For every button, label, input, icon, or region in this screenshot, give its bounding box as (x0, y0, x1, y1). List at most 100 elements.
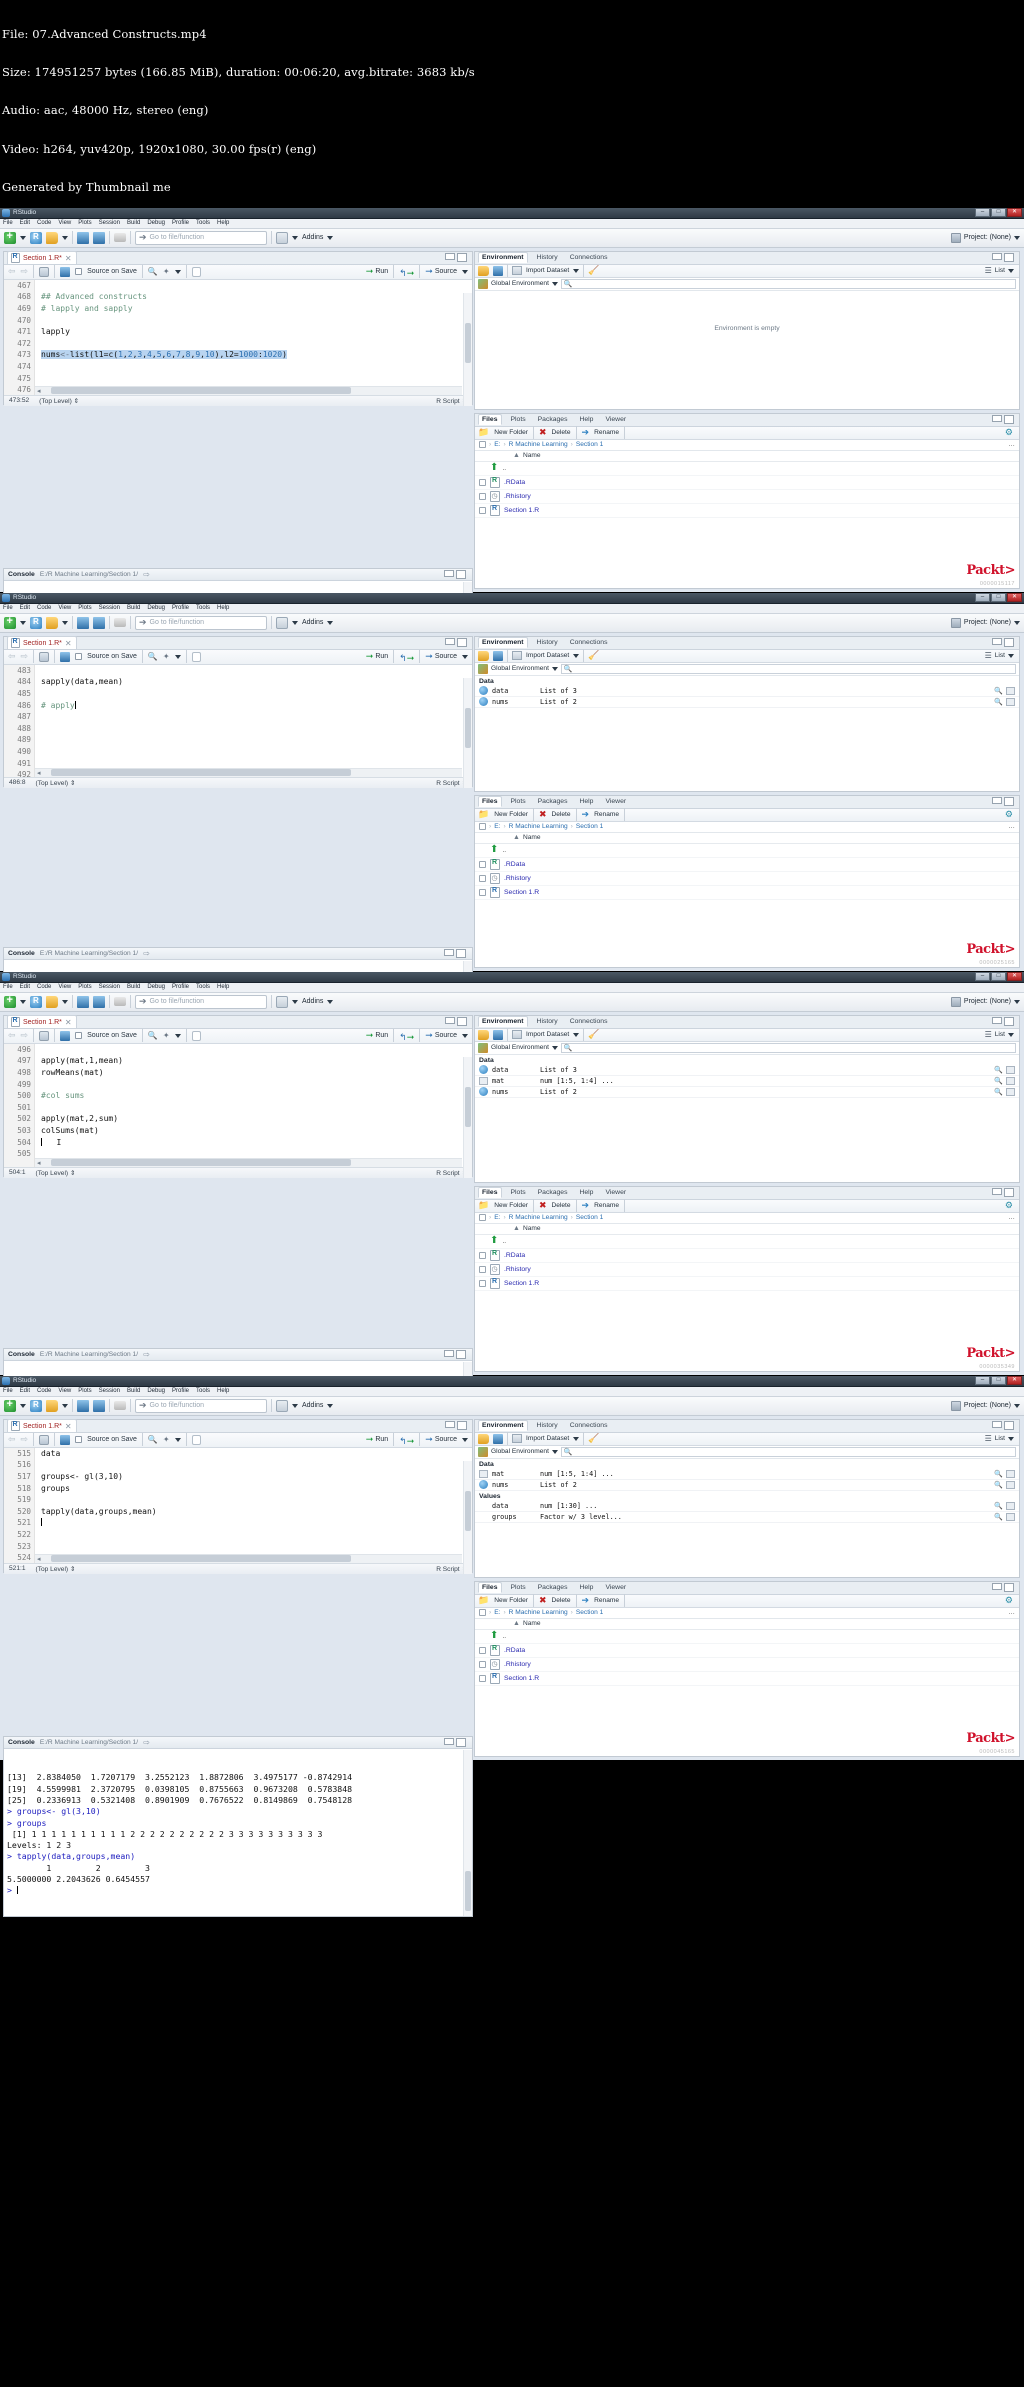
delete-button[interactable]: Delete (551, 811, 570, 818)
load-workspace-icon[interactable] (478, 650, 489, 661)
tab-environment[interactable]: Environment (478, 637, 528, 649)
find-icon[interactable]: 🔍 (148, 1435, 158, 1444)
goto-file-input[interactable]: ➔ Go to file/function (135, 1398, 267, 1413)
find-icon[interactable]: 🔍 (148, 267, 158, 276)
maximize-button[interactable]: □ (991, 972, 1006, 982)
code-editor[interactable]: 467 468 ## Advanced constructs 469 # lapply … (4, 279, 472, 406)
code-line[interactable]: 500 #col sums (4, 1090, 472, 1102)
inspect-icon[interactable]: 🔍 (994, 1481, 1003, 1489)
scrollbar-thumb[interactable] (50, 769, 351, 777)
addins-button[interactable]: Addins (302, 1402, 323, 1409)
menu-item-build[interactable]: Build (127, 984, 140, 990)
menu-item-debug[interactable]: Debug (147, 220, 165, 226)
select-all-checkbox[interactable] (479, 441, 486, 449)
console-tab-label[interactable]: Console (8, 1739, 35, 1746)
compile-report-icon[interactable] (191, 266, 201, 277)
project-dropdown-icon[interactable] (1014, 1403, 1020, 1408)
environment-search-input[interactable]: 🔍 (560, 1042, 1016, 1053)
rerun-button[interactable]: ↰➞ (399, 1431, 414, 1449)
minimize-pane-icon[interactable] (444, 569, 454, 577)
find-icon[interactable]: 🔍 (148, 1031, 158, 1040)
menu-item-file[interactable]: File (3, 605, 13, 611)
menu-item-plots[interactable]: Plots (78, 984, 91, 990)
file-row[interactable]: .RData (475, 1249, 1019, 1263)
maximize-pane-icon[interactable] (1004, 797, 1014, 807)
file-row[interactable]: Section 1.R (475, 1277, 1019, 1291)
code-line[interactable]: 504 I (4, 1137, 472, 1149)
list-dropdown-icon[interactable] (1008, 1032, 1014, 1037)
source-button[interactable]: ➞ Source (425, 266, 457, 277)
more-settings-icon[interactable]: ⚙ (1005, 1595, 1013, 1606)
close-icon[interactable]: ✕ (65, 1422, 72, 1431)
maximize-button[interactable]: □ (991, 208, 1006, 218)
tab-help[interactable]: Help (576, 415, 596, 424)
goto-file-input[interactable]: ➔ Go to file/function (135, 615, 267, 630)
select-all-checkbox[interactable] (479, 1609, 486, 1617)
console-tab-label[interactable]: Console (8, 571, 35, 578)
rename-button[interactable]: Rename (594, 1597, 619, 1604)
scrollbar-thumb[interactable] (465, 322, 471, 363)
file-checkbox[interactable] (479, 1660, 486, 1668)
code-line[interactable]: 499 (4, 1079, 472, 1091)
menu-item-tools[interactable]: Tools (196, 1388, 210, 1394)
delete-button[interactable]: Delete (551, 1597, 570, 1604)
files-column-header[interactable]: ▲ Name (475, 832, 1019, 844)
source-tab-section1r[interactable]: Section 1.R* ✕ (7, 1015, 77, 1029)
menu-item-file[interactable]: File (3, 984, 13, 990)
menu-item-profile[interactable]: Profile (172, 1388, 189, 1394)
list-dropdown-icon[interactable] (1008, 1436, 1014, 1441)
import-dataset-icon[interactable] (512, 266, 522, 276)
menu-item-help[interactable]: Help (217, 1388, 229, 1394)
tab-plots[interactable]: Plots (508, 415, 529, 424)
new-folder-icon[interactable]: 📁 (478, 1200, 489, 1211)
maximize-pane-icon[interactable] (1004, 253, 1014, 263)
menu-item-tools[interactable]: Tools (196, 984, 210, 990)
new-file-dropdown-icon[interactable] (20, 620, 26, 625)
list-view-button[interactable]: List (995, 1435, 1005, 1442)
code-line[interactable]: 470 (4, 315, 472, 327)
environment-row[interactable]: mat num [1:5, 1:4] ... 🔍 (475, 1469, 1019, 1480)
new-folder-icon[interactable]: 📁 (478, 1595, 489, 1606)
source-tab-section1r[interactable]: Section 1.R* ✕ (7, 1419, 77, 1433)
source-on-save-checkbox[interactable] (75, 1032, 83, 1040)
code-scope-selector[interactable]: (Top Level) ⇕ (39, 397, 79, 405)
open-recent-dropdown-icon[interactable] (62, 999, 68, 1004)
menu-item-edit[interactable]: Edit (20, 984, 30, 990)
file-checkbox[interactable] (479, 888, 486, 896)
open-directory-icon[interactable]: ⇨ (143, 570, 150, 579)
tab-connections[interactable]: Connections (567, 253, 611, 262)
source-button[interactable]: ➞ Source (425, 1434, 457, 1445)
new-project-icon[interactable] (30, 1399, 42, 1412)
maximize-pane-icon[interactable] (1004, 1188, 1014, 1198)
delete-button[interactable]: Delete (551, 429, 570, 436)
minimize-button[interactable]: – (975, 972, 990, 982)
tab-packages[interactable]: Packages (535, 797, 571, 806)
breadcrumb-item-drive[interactable]: E: (494, 1609, 500, 1616)
delete-icon[interactable]: ✖ (539, 1200, 547, 1211)
file-checkbox[interactable] (479, 1674, 486, 1682)
console-tab-label[interactable]: Console (8, 1351, 35, 1358)
editor-vertical-scrollbar[interactable] (463, 677, 472, 788)
global-environment-selector[interactable]: Global Environment (491, 1044, 549, 1051)
code-tools-dropdown-icon[interactable] (174, 269, 181, 274)
clear-workspace-icon[interactable]: 🧹 (588, 1433, 599, 1444)
tab-connections[interactable]: Connections (567, 638, 611, 647)
compile-report-icon[interactable] (191, 1434, 201, 1445)
menu-bar[interactable]: File Edit Code View Plots Session Build Debug Pr… (0, 603, 1024, 614)
rerun-button[interactable]: ↰➞ (399, 263, 414, 281)
maximize-pane-icon[interactable] (457, 253, 467, 263)
code-line[interactable]: 473 nums<-list(l1=c(1,2,3,4,5,6,7,8,9,10)… (4, 349, 472, 361)
code-line[interactable]: 474 (4, 361, 472, 373)
code-line[interactable]: 475 (4, 373, 472, 385)
minimize-pane-icon[interactable] (445, 1017, 455, 1025)
environment-row[interactable]: mat num [1:5, 1:4] ... 🔍 (475, 1076, 1019, 1087)
file-checkbox[interactable] (479, 860, 486, 868)
code-line[interactable]: 497 apply(mat,1,mean) (4, 1055, 472, 1067)
select-all-checkbox[interactable] (479, 1214, 486, 1222)
maximize-pane-icon[interactable] (1004, 1583, 1014, 1593)
tab-environment[interactable]: Environment (478, 1420, 528, 1432)
code-line[interactable]: 520 tapply(data,groups,mean) (4, 1506, 472, 1518)
list-view-icon[interactable]: ☰ (985, 266, 992, 275)
console-vertical-scrollbar[interactable] (463, 1749, 472, 1916)
minimize-pane-icon[interactable] (445, 253, 455, 261)
